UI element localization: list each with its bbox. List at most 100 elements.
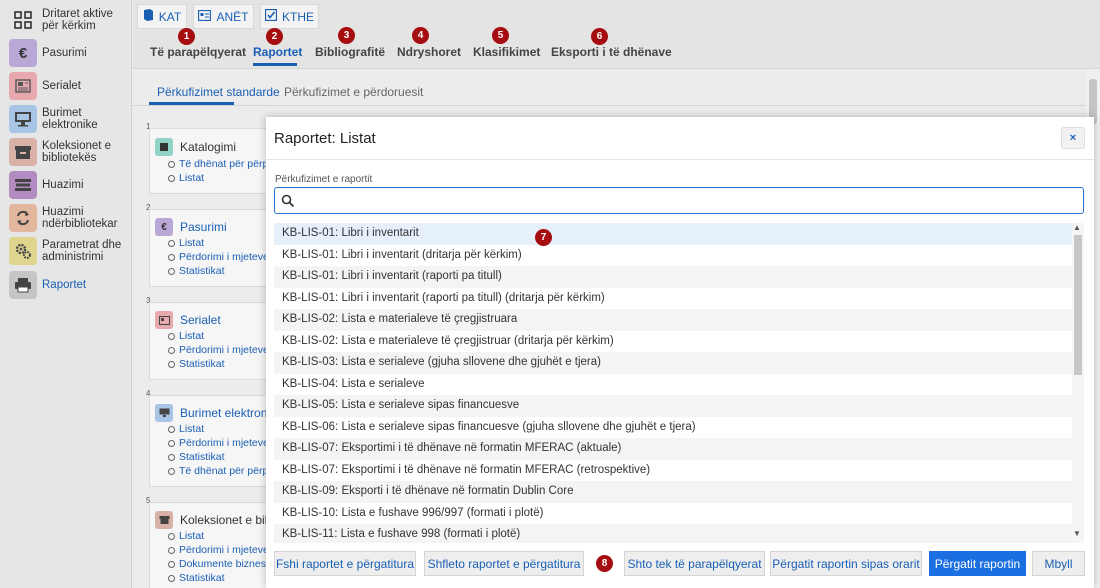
card-link[interactable]: Statistikat [168, 451, 225, 463]
bullet-icon [168, 574, 175, 582]
bullet-icon [168, 160, 175, 168]
close-dialog-button[interactable]: Mbyll [1032, 551, 1085, 576]
report-list[interactable]: KB-LIS-01: Libri i inventarit KB-LIS-01:… [274, 223, 1072, 543]
search-field[interactable] [274, 187, 1084, 214]
list-item[interactable]: KB-LIS-09: Eksporti i të dhënave në form… [274, 481, 1072, 503]
list-scrollbar[interactable]: ▲ ▼ [1072, 223, 1084, 543]
list-item[interactable]: KB-LIS-02: Lista e materialeve të çregji… [274, 331, 1072, 353]
list-scrollbar-thumb[interactable] [1074, 235, 1082, 375]
card-link[interactable]: Listat [168, 172, 204, 184]
bullet-icon [168, 439, 175, 447]
archive-icon [155, 511, 173, 529]
list-item[interactable]: KB-LIS-01: Libri i inventarit (dritarja … [274, 245, 1072, 267]
card-link[interactable]: Listat [168, 237, 204, 249]
tab-favorites[interactable]: Të parapëlqyerat [150, 45, 246, 59]
card-link[interactable]: Përdorimi i mjeteve [168, 544, 269, 556]
marker-5: 5 [492, 27, 509, 44]
subtab-user-definitions[interactable]: Përkufizimet e përdoruesit [284, 85, 423, 99]
book-icon [155, 138, 173, 156]
card-link[interactable]: Të dhënat për përpu [168, 158, 274, 170]
tab-bibliographies[interactable]: Bibliografitë [315, 45, 385, 59]
card-link[interactable]: Listat [168, 330, 204, 342]
card-link[interactable]: Statistikat [168, 358, 225, 370]
sidebar-item-circulation[interactable]: Huazimi [0, 171, 132, 199]
marker-8: 8 [596, 555, 613, 572]
list-item[interactable]: KB-LIS-01: Libri i inventarit [274, 223, 1072, 245]
bullet-icon [168, 532, 175, 540]
list-item[interactable]: KB-LIS-10: Lista e fushave 996/997 (form… [274, 503, 1072, 525]
list-item[interactable]: KB-LIS-11: Lista e fushave 998 (formati … [274, 524, 1072, 543]
card-link[interactable]: Statistikat [168, 572, 225, 584]
card-link-label: Përdorimi i mjeteve [179, 437, 269, 449]
list-item[interactable]: KB-LIS-02: Lista e materialeve të çregji… [274, 309, 1072, 331]
tab-data-export[interactable]: Eksporti i të dhënave [551, 45, 672, 59]
tab-variables[interactable]: Ndryshoret [397, 45, 461, 59]
card-electronic-resources: Burimet elektronike Listat Përdorimi i m… [149, 395, 283, 487]
tab-classifications[interactable]: Klasifikimet [473, 45, 540, 59]
sidebar-item-parameters-administration[interactable]: Parametrat dhe administrimi [0, 237, 132, 265]
list-item[interactable]: KB-LIS-04: Lista e serialeve [274, 374, 1072, 396]
tab-reports[interactable]: Raportet [253, 45, 302, 59]
sidebar-item-active-search-windows[interactable]: Dritaret aktive për kërkim [0, 6, 132, 34]
card-cataloguing: Katalogimi Të dhënat për përpu Listat [149, 128, 274, 194]
list-item[interactable]: KB-LIS-07: Eksportimi i të dhënave në fo… [274, 460, 1072, 482]
sidebar-item-electronic-resources[interactable]: Burimet elektronike [0, 105, 132, 133]
card-link[interactable]: Dokumente biznesi [168, 558, 268, 570]
delete-prepared-reports-button[interactable]: Fshi raportet e përgatitura [274, 551, 416, 576]
marker-2: 2 [266, 28, 283, 45]
card-link[interactable]: Përdorimi i mjeteve [168, 251, 269, 263]
sidebar-item-library-collections[interactable]: Koleksionet e bibliotekës [0, 138, 132, 166]
newspaper-icon [9, 72, 37, 100]
card-title[interactable]: Katalogimi [180, 140, 236, 154]
card-link[interactable]: Përdorimi i mjeteve [168, 437, 269, 449]
list-item[interactable]: KB-LIS-05: Lista e serialeve sipas finan… [274, 395, 1072, 417]
anet-button[interactable]: ANËT [193, 4, 254, 29]
scroll-up-icon[interactable]: ▲ [1073, 223, 1081, 232]
bullet-icon [168, 453, 175, 461]
card-link[interactable]: Përdorimi i mjeteve [168, 344, 269, 356]
card-link[interactable]: Listat [168, 530, 204, 542]
card-link[interactable]: Listat [168, 423, 204, 435]
marker-7: 7 [535, 229, 552, 246]
gears-icon [9, 237, 37, 265]
modal-header-divider [266, 159, 1094, 160]
sidebar-item-serials[interactable]: Serialet [0, 72, 132, 100]
sidebar-item-label: Huazimi ndërbibliotekar [42, 206, 118, 230]
bullet-icon [168, 267, 175, 275]
sidebar-item-reports[interactable]: Raportet [0, 271, 132, 299]
prepare-report-by-schedule-button[interactable]: Përgatit raportin sipas orarit [770, 551, 922, 576]
list-item[interactable]: KB-LIS-01: Libri i inventarit (raporti p… [274, 288, 1072, 310]
kat-button[interactable]: KAT [137, 4, 187, 29]
kthe-button-label: KTHE [281, 9, 314, 24]
card-link-label: Statistikat [179, 358, 225, 370]
list-item[interactable]: KB-LIS-03: Lista e serialeve (gjuha sllo… [274, 352, 1072, 374]
card-link[interactable]: Statistikat [168, 265, 225, 277]
list-item[interactable]: KB-LIS-01: Libri i inventarit (raporti p… [274, 266, 1072, 288]
card-link-label: Të dhënat për përpu [179, 465, 275, 477]
list-item[interactable]: KB-LIS-07: Eksportimi i të dhënave në fo… [274, 438, 1072, 460]
kthe-button[interactable]: KTHE [260, 4, 319, 29]
card-link[interactable]: Të dhënat për përpu [168, 465, 274, 477]
list-item[interactable]: KB-LIS-06: Lista e serialeve sipas finan… [274, 417, 1072, 439]
sidebar-item-acquisition[interactable]: € Pasurimi [0, 39, 132, 67]
card-title[interactable]: Pasurimi [180, 220, 227, 234]
sidebar-item-interlibrary-loan[interactable]: Huazimi ndërbibliotekar [0, 204, 132, 232]
modal-footer: Fshi raportet e përgatitura Shfleto rapo… [266, 547, 1094, 588]
exchange-icon [9, 204, 37, 232]
add-to-favorites-button[interactable]: Shto tek të parapëlqyerat [624, 551, 765, 576]
sidebar-item-label: Pasurimi [42, 47, 87, 59]
card-title[interactable]: Koleksionet e bibli [180, 513, 277, 527]
scroll-down-icon[interactable]: ▼ [1073, 529, 1081, 538]
prepare-report-button[interactable]: Përgatit raportin [929, 551, 1026, 576]
card-link-label: Listat [179, 237, 205, 249]
modal-title: Raportet: Listat [274, 130, 376, 147]
search-input[interactable] [299, 192, 1069, 209]
card-library-collections: Koleksionet e bibli Listat Përdorimi i m… [149, 502, 277, 588]
browse-prepared-reports-button[interactable]: Shfleto raportet e përgatitura [424, 551, 584, 576]
bullet-icon [168, 546, 175, 554]
subtab-standard-definitions[interactable]: Përkufizimet standarde [157, 85, 280, 99]
card-title[interactable]: Serialet [180, 313, 221, 327]
close-button[interactable]: × [1061, 127, 1085, 149]
newspaper-icon [155, 311, 173, 329]
sidebar-item-label: Burimet elektronike [42, 107, 98, 131]
